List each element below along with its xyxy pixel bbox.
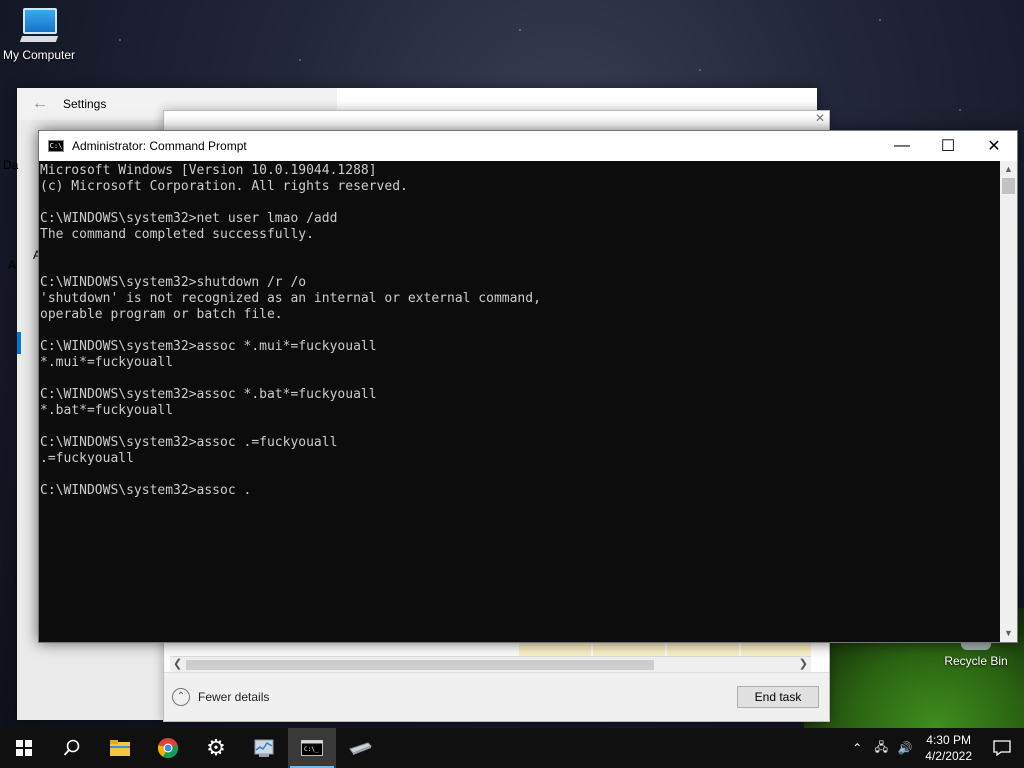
task-manager-footer: ⌃ Fewer details End task [164,672,829,721]
taskbar-settings[interactable]: ⚙ [192,728,240,768]
search-icon [63,739,80,756]
chevron-up-icon[interactable]: ⌃ [845,741,869,755]
maximize-icon[interactable]: ☐ [925,131,971,161]
network-column-highlight [741,641,811,657]
scroll-down-icon[interactable]: ▼ [1000,625,1017,642]
cmd-titlebar[interactable]: C:\ Administrator: Command Prompt — ☐ ✕ [39,131,1017,161]
desktop-icon-label: My Computer [2,48,76,62]
vertical-scrollbar[interactable]: ▲ ▼ [1000,161,1017,642]
file-explorer-icon [110,740,130,756]
command-prompt-window[interactable]: C:\ Administrator: Command Prompt — ☐ ✕ … [38,130,1018,643]
taskbar-chrome[interactable] [144,728,192,768]
windows-logo-icon [16,740,32,756]
console-output[interactable]: Microsoft Windows [Version 10.0.19044.12… [39,161,999,642]
task-manager-icon [254,739,274,757]
scrollbar-thumb[interactable] [186,660,654,670]
console-line: *.bat*=fuckyouall [40,403,174,418]
close-icon[interactable]: ✕ [971,131,1017,161]
sidebar-item-label: A [8,258,17,272]
desktop-icon-my-computer[interactable]: My Computer [0,8,78,62]
taskbar-drive[interactable] [336,728,384,768]
volume-icon[interactable]: 🔊 [893,741,917,755]
end-task-button[interactable]: End task [737,686,819,708]
console-line: 'shutdown' is not recognized as an inter… [40,291,541,306]
console-line: C:\WINDOWS\system32>shutdown /r /o [40,275,307,290]
back-arrow-icon[interactable]: ← [17,95,63,113]
console-line: Microsoft Windows [Version 10.0.19044.12… [40,163,377,178]
horizontal-scrollbar[interactable]: ❮ ❯ [170,656,811,673]
notification-icon [993,740,1011,756]
chrome-icon [157,738,179,759]
scroll-left-icon[interactable]: ❮ [173,657,182,670]
console-line: The command completed successfully. [40,227,314,242]
memory-column-highlight [593,641,665,657]
network-icon[interactable]: 🖧 [869,738,893,759]
taskbar-command-prompt[interactable]: C:\_ [288,728,336,768]
start-button[interactable] [0,728,48,768]
svg-text:C:\_: C:\_ [304,746,319,753]
console-line: .=fuckyouall [40,451,134,466]
settings-gear-icon: ⚙ [206,735,226,760]
settings-title: Settings [63,97,107,111]
cpu-column-highlight [519,641,591,657]
minimize-icon[interactable]: — [879,131,925,161]
chevron-up-icon: ⌃ [172,688,190,706]
fewer-details-label: Fewer details [198,690,270,704]
computer-icon [19,8,59,44]
console-line: operable program or batch file. [40,307,283,322]
scroll-up-icon[interactable]: ▲ [1000,161,1017,178]
scroll-right-icon[interactable]: ❯ [799,657,808,670]
scrollbar-thumb[interactable] [1002,178,1015,194]
console-line: *.mui*=fuckyouall [40,355,174,370]
console-line: C:\WINDOWS\system32>assoc *.mui*=fuckyou… [40,339,377,354]
taskbar: ⚙ C:\_ ⌃ 🖧 🔊 4:30 PM 4/2/2022 [0,728,1024,768]
command-prompt-icon: C:\_ [301,740,323,756]
search-button[interactable] [48,728,96,768]
drive-icon [349,742,372,755]
system-tray: ⌃ 🖧 🔊 4:30 PM 4/2/2022 [845,728,1024,768]
sidebar-selection-indicator [17,332,21,354]
console-line: (c) Microsoft Corporation. All rights re… [40,179,408,194]
clock-time: 4:30 PM [926,733,971,747]
console-line: C:\WINDOWS\system32>assoc *.bat*=fuckyou… [40,387,377,402]
console-line: C:\WINDOWS\system32>assoc .=fuckyouall [40,435,338,450]
close-icon[interactable]: ✕ [815,111,829,129]
clock[interactable]: 4:30 PM 4/2/2022 [917,732,980,764]
desktop-icon-label: Recycle Bin [944,654,1008,668]
taskbar-task-manager[interactable] [240,728,288,768]
clock-date: 4/2/2022 [925,749,972,763]
command-prompt-icon: C:\ [48,140,64,152]
fewer-details-button[interactable]: ⌃ Fewer details [172,688,269,706]
console-line: C:\WINDOWS\system32>net user lmao /add [40,211,338,226]
disk-column-highlight [667,641,739,657]
cmd-title: Administrator: Command Prompt [72,139,247,153]
console-line: C:\WINDOWS\system32>assoc . [40,483,252,498]
taskbar-file-explorer[interactable] [96,728,144,768]
sidebar-item-label: Da [3,158,19,172]
notification-button[interactable] [980,740,1024,756]
